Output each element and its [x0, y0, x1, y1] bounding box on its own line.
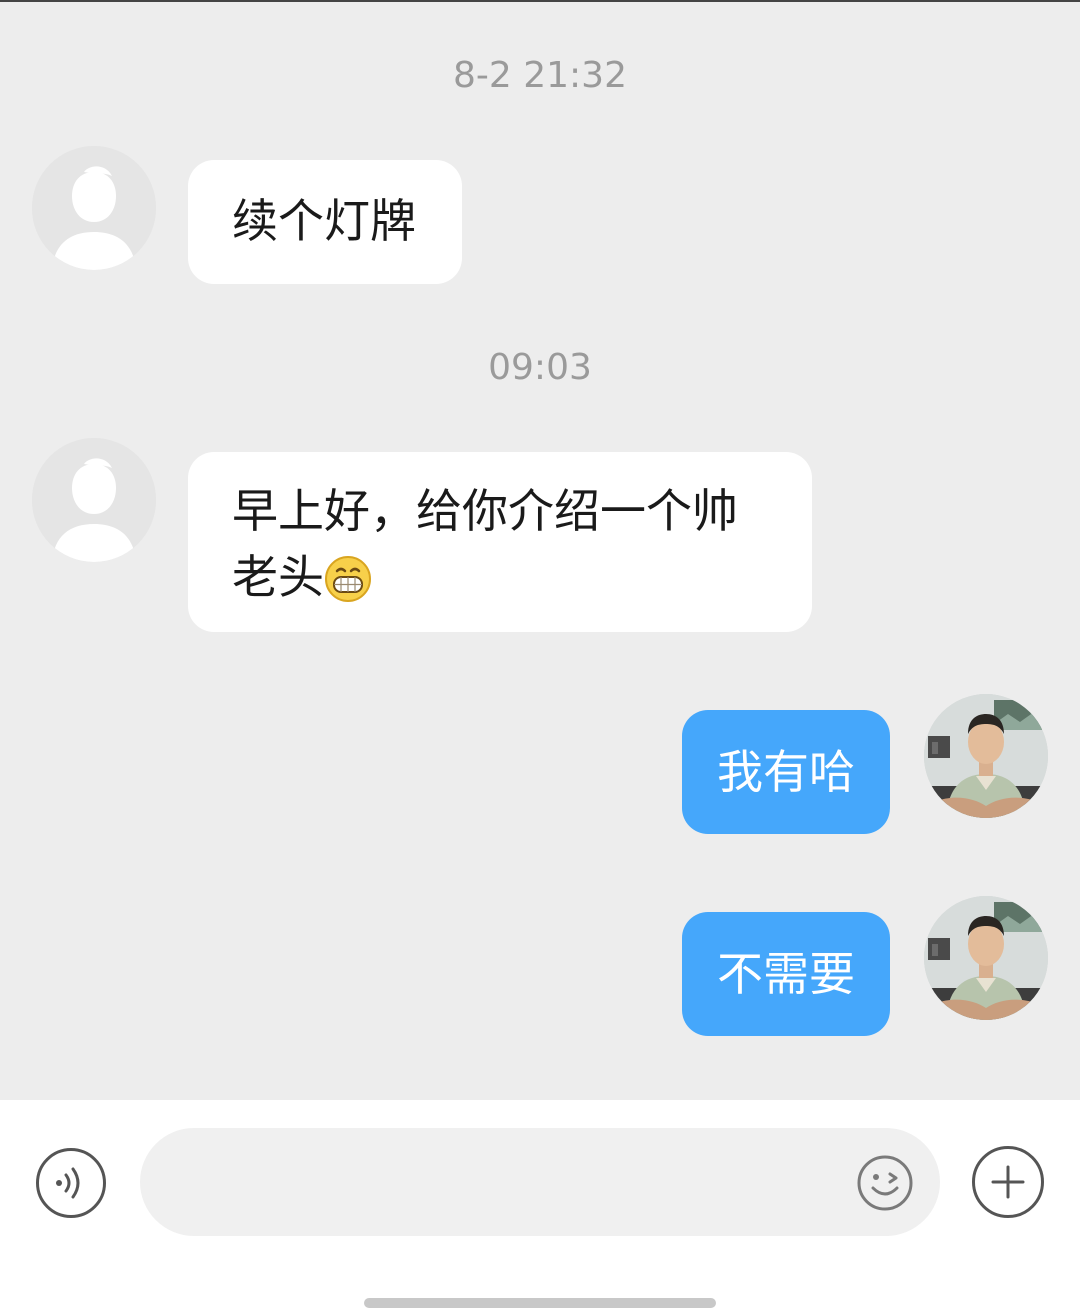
- voice-input-button[interactable]: [36, 1148, 106, 1218]
- message-text: 我有哈: [717, 745, 855, 799]
- message-bubble-outgoing[interactable]: 我有哈: [682, 710, 890, 834]
- contact-avatar[interactable]: [32, 438, 156, 562]
- contact-avatar[interactable]: [32, 146, 156, 270]
- message-text: 续个灯牌: [232, 194, 416, 248]
- home-indicator[interactable]: [364, 1298, 716, 1308]
- message-text-line: 早上好，给你介绍一个帅: [232, 484, 738, 538]
- emoji-button[interactable]: [856, 1154, 914, 1212]
- emoji-icon: [857, 1155, 913, 1211]
- user-avatar[interactable]: [924, 694, 1048, 818]
- message-bubble-incoming[interactable]: 续个灯牌: [188, 160, 462, 284]
- message-input[interactable]: [140, 1128, 940, 1236]
- grinning-face-emoji-icon: [325, 556, 371, 602]
- message-text-continued: 老头: [232, 550, 324, 604]
- message-input-bar: [0, 1100, 1080, 1308]
- message-timestamp: 09:03: [488, 347, 592, 388]
- more-options-button[interactable]: [972, 1146, 1044, 1218]
- message-bubble-outgoing[interactable]: 不需要: [682, 912, 890, 1036]
- user-avatar[interactable]: [924, 896, 1048, 1020]
- user-photo-avatar-icon: [924, 694, 1048, 818]
- default-avatar-icon: [32, 438, 156, 562]
- message-timestamp: 8-2 21:32: [453, 55, 627, 96]
- chat-message-list[interactable]: 8-2 21:32 续个灯牌 09:03 早上好，给你介绍一个帅 老头 我有哈 …: [0, 2, 1080, 1100]
- message-bubble-incoming[interactable]: 早上好，给你介绍一个帅 老头: [188, 452, 812, 632]
- voice-input-icon: [56, 1167, 80, 1199]
- user-photo-avatar-icon: [924, 896, 1048, 1020]
- message-text: 不需要: [717, 947, 855, 1001]
- plus-icon: [991, 1165, 1025, 1199]
- message-text-line-2: 老头: [232, 544, 768, 610]
- default-avatar-icon: [32, 146, 156, 270]
